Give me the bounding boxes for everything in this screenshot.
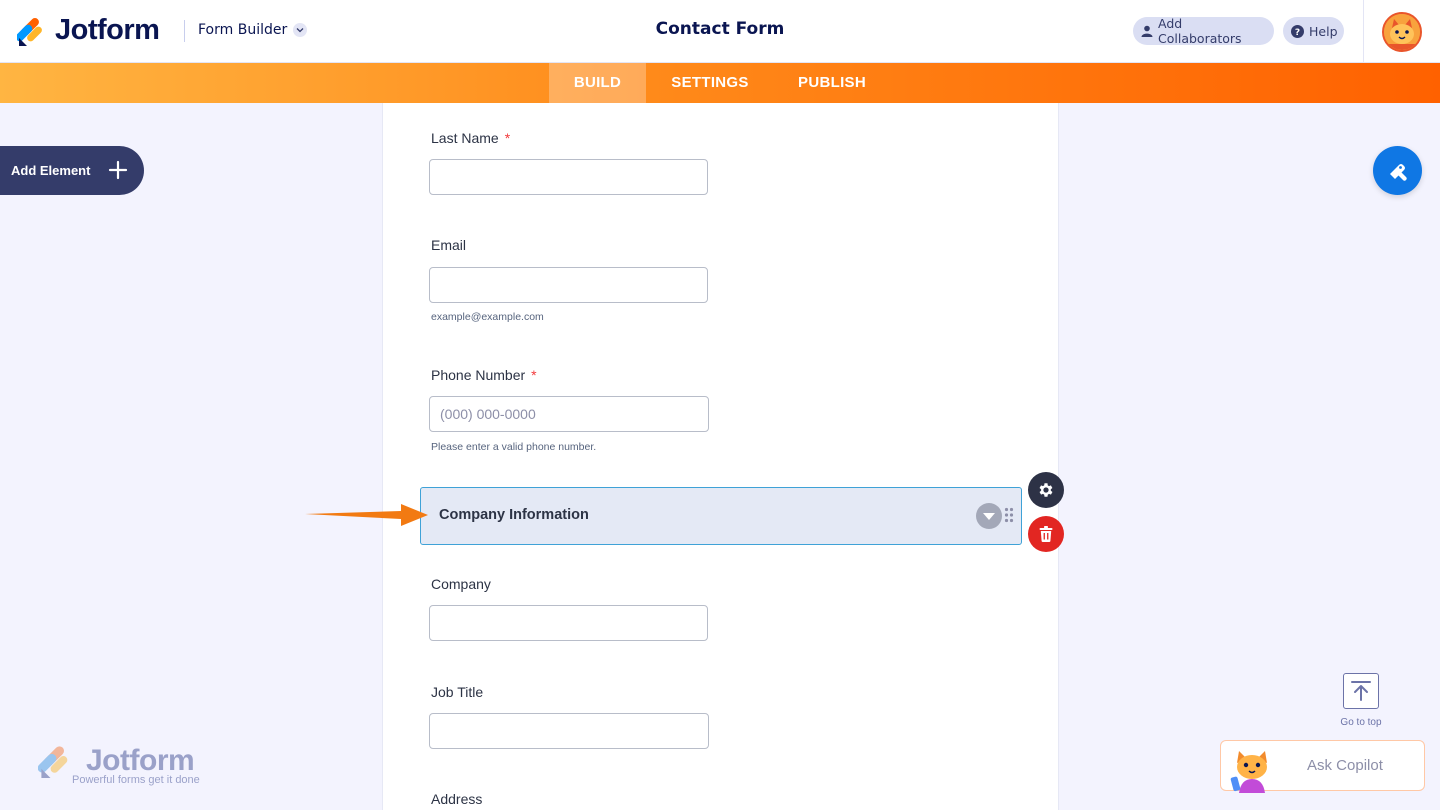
add-element-label: Add Element [11, 163, 91, 178]
tab-publish[interactable]: PUBLISH [780, 63, 884, 103]
ask-copilot-button[interactable]: Ask Copilot [1220, 740, 1425, 793]
watermark-tagline: Powerful forms get it done [72, 774, 200, 786]
email-label: Email [431, 237, 467, 253]
job-title-label: Job Title [431, 684, 484, 700]
brand-name: Jotform [55, 14, 160, 46]
form-designer-button[interactable] [1373, 146, 1422, 195]
jotform-logo[interactable]: Jotform [17, 14, 160, 47]
form-canvas: Last Name * Email example@example.com Pho… [382, 103, 1059, 810]
phone-label: Phone Number * [431, 367, 537, 383]
user-avatar[interactable] [1382, 12, 1422, 52]
form-builder-menu[interactable]: Form Builder [198, 22, 308, 38]
paint-roller-icon [1389, 163, 1407, 181]
last-name-input[interactable] [429, 159, 708, 195]
builder-tabs: BUILD SETTINGS PUBLISH [0, 63, 1440, 103]
trash-icon [1039, 526, 1053, 542]
email-sublabel: example@example.com [431, 311, 544, 323]
jotform-logo-icon [38, 746, 68, 778]
field-properties-button[interactable] [1028, 472, 1064, 508]
form-builder-label: Form Builder [198, 22, 288, 38]
ask-copilot-label: Ask Copilot [1307, 757, 1383, 774]
tab-build[interactable]: BUILD [549, 63, 646, 103]
add-collaborators-button[interactable]: Add Collaborators [1133, 16, 1274, 46]
phone-label-text: Phone Number [431, 367, 526, 383]
section-company-information[interactable]: Company Information [420, 487, 1022, 545]
go-to-top-button[interactable] [1343, 673, 1379, 709]
chevron-down-icon [293, 23, 308, 37]
header-divider [184, 20, 185, 42]
top-header: Jotform Form Builder Contact Form Add Co… [0, 0, 1440, 63]
company-input[interactable] [429, 605, 708, 641]
section-title: Company Information [439, 507, 589, 523]
tab-settings[interactable]: SETTINGS [656, 63, 764, 103]
watermark-brand: Jotform [86, 744, 195, 777]
last-name-label-text: Last Name [431, 130, 499, 146]
plus-icon [108, 160, 128, 180]
copilot-mascot-icon [1230, 751, 1267, 793]
job-title-input[interactable] [429, 713, 709, 749]
collapse-toggle-button[interactable] [976, 503, 1002, 529]
address-label: Address [431, 791, 483, 807]
company-label: Company [431, 576, 491, 592]
help-icon: ? [1291, 24, 1304, 38]
drag-handle-icon[interactable] [1004, 507, 1014, 523]
help-button[interactable]: ? Help [1283, 17, 1344, 45]
add-collaborators-label: Add Collaborators [1158, 16, 1242, 46]
jotform-watermark: Jotform Powerful forms get it done [38, 744, 218, 790]
phone-input[interactable]: (000) 000-0000 [429, 396, 709, 432]
phone-sublabel: Please enter a valid phone number. [431, 441, 597, 453]
jotform-logo-icon [17, 17, 42, 46]
delete-field-button[interactable] [1028, 516, 1064, 552]
pointer-arrow-icon [305, 504, 428, 526]
help-label: Help [1309, 23, 1338, 39]
add-element-button[interactable]: Add Element [0, 146, 144, 195]
gear-icon [1039, 483, 1053, 497]
last-name-label: Last Name * [431, 130, 510, 146]
caret-down-icon [983, 513, 995, 520]
required-asterisk: * [531, 367, 537, 383]
arrow-up-icon [1351, 681, 1371, 701]
go-to-top-label: Go to top [1340, 717, 1382, 728]
svg-text:?: ? [1295, 28, 1300, 38]
header-divider [1363, 0, 1364, 63]
email-input[interactable] [429, 267, 708, 303]
required-asterisk: * [504, 130, 511, 146]
user-icon [1141, 25, 1153, 37]
